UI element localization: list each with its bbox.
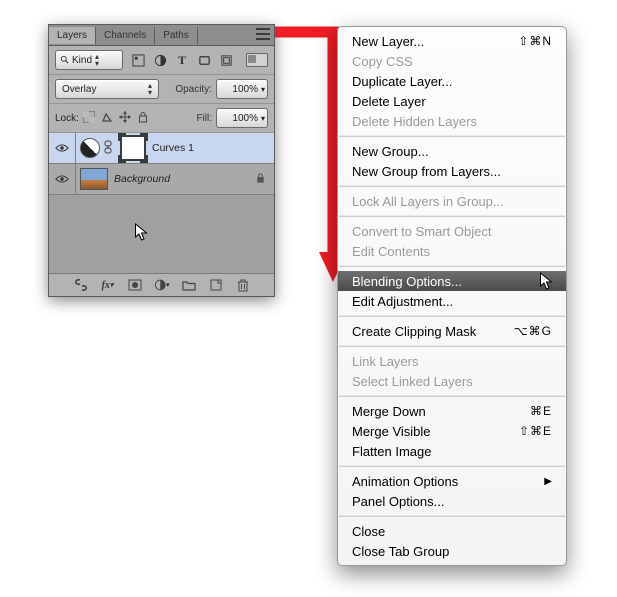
- layer-empty-area[interactable]: [49, 195, 274, 273]
- lock-label: Lock:: [55, 113, 79, 124]
- menu-separator: [339, 465, 565, 467]
- panel-tabs: Layers Channels Paths: [49, 25, 274, 46]
- filter-pixel-icon[interactable]: [131, 53, 145, 67]
- menu-create-clipping-mask[interactable]: Create Clipping Mask⌥⌘G: [338, 321, 566, 341]
- menu-separator: [339, 515, 565, 517]
- layer-name: Curves 1: [152, 142, 194, 154]
- menu-delete-hidden: Delete Hidden Layers: [338, 111, 566, 131]
- blend-mode-value: Overlay: [62, 84, 96, 95]
- cursor-icon: [134, 223, 149, 243]
- lock-pixels-icon[interactable]: [101, 111, 113, 126]
- menu-delete-layer[interactable]: Delete Layer: [338, 91, 566, 111]
- menu-separator: [339, 395, 565, 397]
- menu-link-layers: Link Layers: [338, 351, 566, 371]
- fill-label: Fill:: [196, 113, 212, 124]
- lock-row: Lock: Fill: 100% ▾: [49, 104, 274, 133]
- menu-panel-options[interactable]: Panel Options...: [338, 491, 566, 511]
- visibility-icon[interactable]: [53, 174, 71, 184]
- chevron-updown-icon: ▴▾: [148, 82, 152, 96]
- blend-row: Overlay ▴▾ Opacity: 100% ▾: [49, 75, 274, 104]
- menu-separator: [339, 265, 565, 267]
- mask-link-icon[interactable]: [102, 140, 114, 157]
- lock-icon: [255, 172, 266, 187]
- filter-type-icon[interactable]: T: [175, 53, 189, 67]
- menu-convert-smart-object: Convert to Smart Object: [338, 221, 566, 241]
- menu-close-tab-group[interactable]: Close Tab Group: [338, 541, 566, 561]
- submenu-arrow-icon: ▶: [544, 476, 552, 487]
- lock-position-icon[interactable]: [119, 111, 131, 126]
- filter-row: Kind ▴▾ T: [49, 46, 274, 75]
- menu-copy-css: Copy CSS: [338, 51, 566, 71]
- context-menu: New Layer...⇧⌘N Copy CSS Duplicate Layer…: [337, 26, 567, 566]
- layer-row[interactable]: Background: [49, 164, 274, 195]
- menu-close[interactable]: Close: [338, 521, 566, 541]
- menu-separator: [339, 135, 565, 137]
- visibility-icon[interactable]: [53, 143, 71, 153]
- fx-button[interactable]: fx▾: [100, 277, 116, 293]
- menu-blending-options[interactable]: Blending Options...: [338, 271, 566, 291]
- menu-edit-contents: Edit Contents: [338, 241, 566, 261]
- tab-channels[interactable]: Channels: [96, 27, 155, 44]
- tab-paths[interactable]: Paths: [155, 27, 198, 44]
- menu-animation-options[interactable]: Animation Options▶: [338, 471, 566, 491]
- menu-duplicate-layer[interactable]: Duplicate Layer...: [338, 71, 566, 91]
- menu-separator: [339, 185, 565, 187]
- layer-list: Curves 1 Background: [49, 133, 274, 273]
- lock-all-icon[interactable]: [137, 111, 149, 126]
- menu-edit-adjustment[interactable]: Edit Adjustment...: [338, 291, 566, 311]
- annotation-arrow: [275, 26, 345, 284]
- menu-new-group[interactable]: New Group...: [338, 141, 566, 161]
- tab-layers[interactable]: Layers: [49, 27, 96, 44]
- panel-footer: fx▾ ▾: [49, 273, 274, 296]
- layers-panel: Layers Channels Paths Kind ▴▾ T Overlay …: [48, 24, 275, 297]
- filter-kind-dropdown[interactable]: Kind ▴▾: [55, 50, 123, 70]
- panel-menu-icon[interactable]: [256, 28, 270, 40]
- filter-smart-icon[interactable]: [219, 53, 233, 67]
- filter-adjustment-icon[interactable]: [153, 53, 167, 67]
- fill-field[interactable]: 100% ▾: [216, 108, 268, 128]
- add-mask-button[interactable]: [127, 277, 143, 293]
- menu-separator: [339, 315, 565, 317]
- opacity-value: 100%: [232, 84, 258, 95]
- menu-new-layer[interactable]: New Layer...⇧⌘N: [338, 31, 566, 51]
- layer-name: Background: [114, 173, 170, 185]
- fill-value: 100%: [232, 113, 258, 124]
- filter-kind-label: Kind: [72, 55, 92, 66]
- layer-thumbnail: [80, 168, 108, 190]
- blend-mode-dropdown[interactable]: Overlay ▴▾: [55, 79, 159, 99]
- new-adjustment-button[interactable]: ▾: [154, 277, 170, 293]
- menu-lock-all-in-group: Lock All Layers in Group...: [338, 191, 566, 211]
- layer-row[interactable]: Curves 1: [49, 133, 274, 164]
- delete-layer-button[interactable]: [235, 277, 251, 293]
- adjustment-icon: [80, 138, 100, 158]
- menu-flatten-image[interactable]: Flatten Image: [338, 441, 566, 461]
- lock-transparent-icon[interactable]: [83, 111, 95, 126]
- chevron-down-icon: ▾: [261, 85, 265, 94]
- new-layer-button[interactable]: [208, 277, 224, 293]
- search-icon: [60, 55, 70, 65]
- chevron-updown-icon: ▴▾: [95, 53, 99, 67]
- new-group-button[interactable]: [181, 277, 197, 293]
- layer-mask[interactable]: [120, 135, 146, 161]
- menu-merge-visible[interactable]: Merge Visible⇧⌘E: [338, 421, 566, 441]
- opacity-field[interactable]: 100% ▾: [216, 79, 268, 99]
- filter-toggle[interactable]: [246, 53, 268, 67]
- menu-separator: [339, 345, 565, 347]
- chevron-down-icon: ▾: [261, 114, 265, 123]
- menu-new-group-from-layers[interactable]: New Group from Layers...: [338, 161, 566, 181]
- menu-separator: [339, 215, 565, 217]
- link-layers-button[interactable]: [73, 277, 89, 293]
- filter-shape-icon[interactable]: [197, 53, 211, 67]
- menu-select-linked: Select Linked Layers: [338, 371, 566, 391]
- menu-merge-down[interactable]: Merge Down⌘E: [338, 401, 566, 421]
- opacity-label: Opacity:: [175, 84, 212, 95]
- cursor-icon: [539, 272, 554, 292]
